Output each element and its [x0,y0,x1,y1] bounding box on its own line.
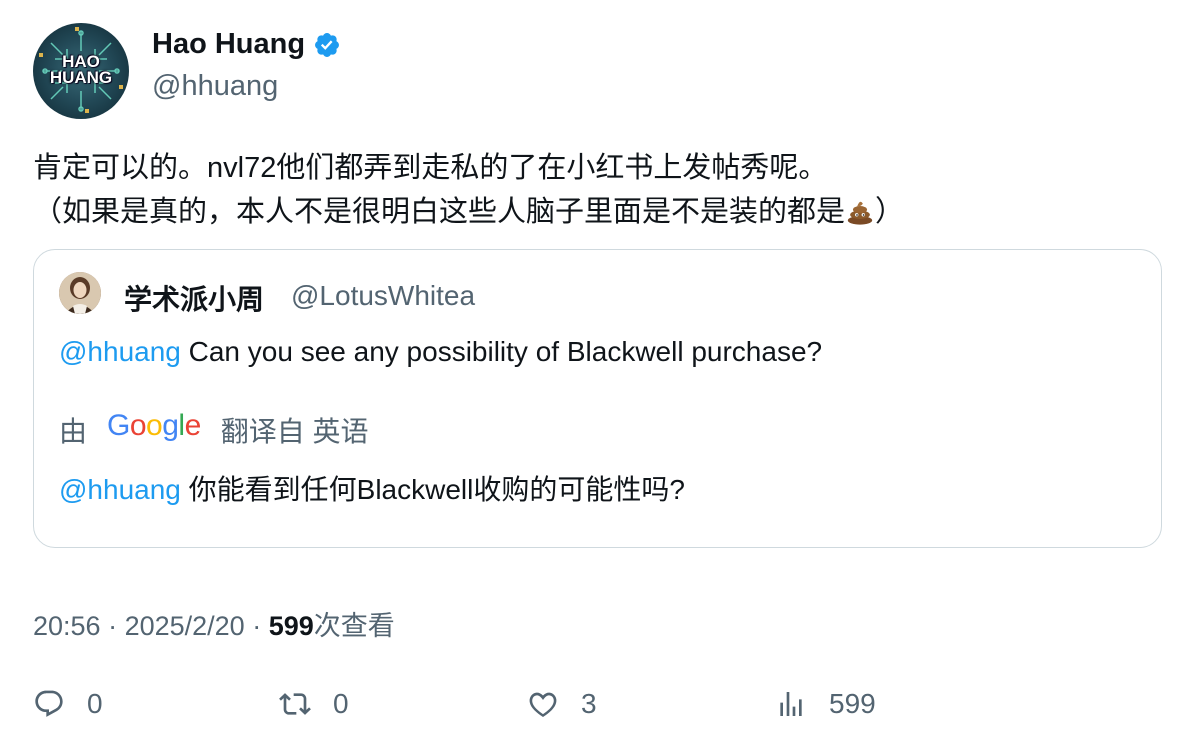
repost-count: 0 [333,688,349,719]
meta-separator: · [100,611,125,641]
tweet-text: 肯定可以的。nvl72他们都弄到走私的了在小红书上发帖秀呢。 （如果是真的，本人… [33,146,904,234]
views-button[interactable]: 599 [775,688,876,720]
views-count: 599 [268,611,314,641]
quoted-tweet[interactable]: 学术派小周 @LotusWhitea @hhuang Can you see a… [33,249,1162,548]
like-icon [529,692,557,718]
translate-suffix: 翻译自 英语 [220,416,369,447]
tweet-line-1: 肯定可以的。nvl72他们都弄到走私的了在小红书上发帖秀呢。 [33,152,828,184]
translated-mention-link[interactable]: @hhuang [59,474,181,505]
reply-count: 0 [87,688,103,719]
quoted-text: @hhuang Can you see any possibility of B… [59,336,822,368]
author-avatar[interactable]: HAO HUANG [33,23,129,119]
repost-icon [279,693,311,715]
like-count: 3 [581,688,597,719]
translation-attribution: 由 Google 翻译自 英语 [59,409,369,450]
tweet-line-2: （如果是真的，本人不是很明白这些人脑子里面是不是装的都是 [33,196,846,228]
reply-icon [35,690,63,717]
author-display-name[interactable]: Hao Huang [152,28,305,61]
poop-emoji-icon [847,201,873,225]
author-name-row: Hao Huang [152,28,341,61]
avatar-text-huang: HUANG [49,68,113,87]
quoted-author-avatar[interactable] [59,272,101,314]
views-label: 次查看 [313,611,395,641]
google-logo[interactable]: Google [107,409,201,443]
author-handle[interactable]: @hhuang [152,70,278,103]
quoted-avatar-portrait [59,272,101,314]
action-bar: 0 0 3 599 [33,688,1173,734]
translated-body: 你能看到任何Blackwell收购的可能性吗? [180,474,685,505]
repost-button[interactable]: 0 [279,688,349,720]
translate-prefix: 由 [59,416,88,447]
quoted-mention-link[interactable]: @hhuang [59,336,181,367]
reply-button[interactable]: 0 [33,688,103,720]
verified-badge-icon[interactable] [313,31,341,59]
views-icon [780,692,802,716]
like-button[interactable]: 3 [527,688,597,720]
meta-separator: · [244,611,269,641]
quoted-translated-text: @hhuang 你能看到任何Blackwell收购的可能性吗? [59,468,685,508]
tweet-metadata: 20:56 · 2025/2/20 · 599次查看 [33,604,395,643]
quoted-body: Can you see any possibility of Blackwell… [180,336,823,367]
quoted-display-name[interactable]: 学术派小周 [124,278,264,318]
tweet-line-2-end: ） [875,196,905,228]
tweet-date[interactable]: 2025/2/20 [125,611,245,641]
quoted-handle[interactable]: @LotusWhitea [291,280,475,312]
views-action-count: 599 [829,688,876,719]
tweet-time[interactable]: 20:56 [33,611,101,641]
